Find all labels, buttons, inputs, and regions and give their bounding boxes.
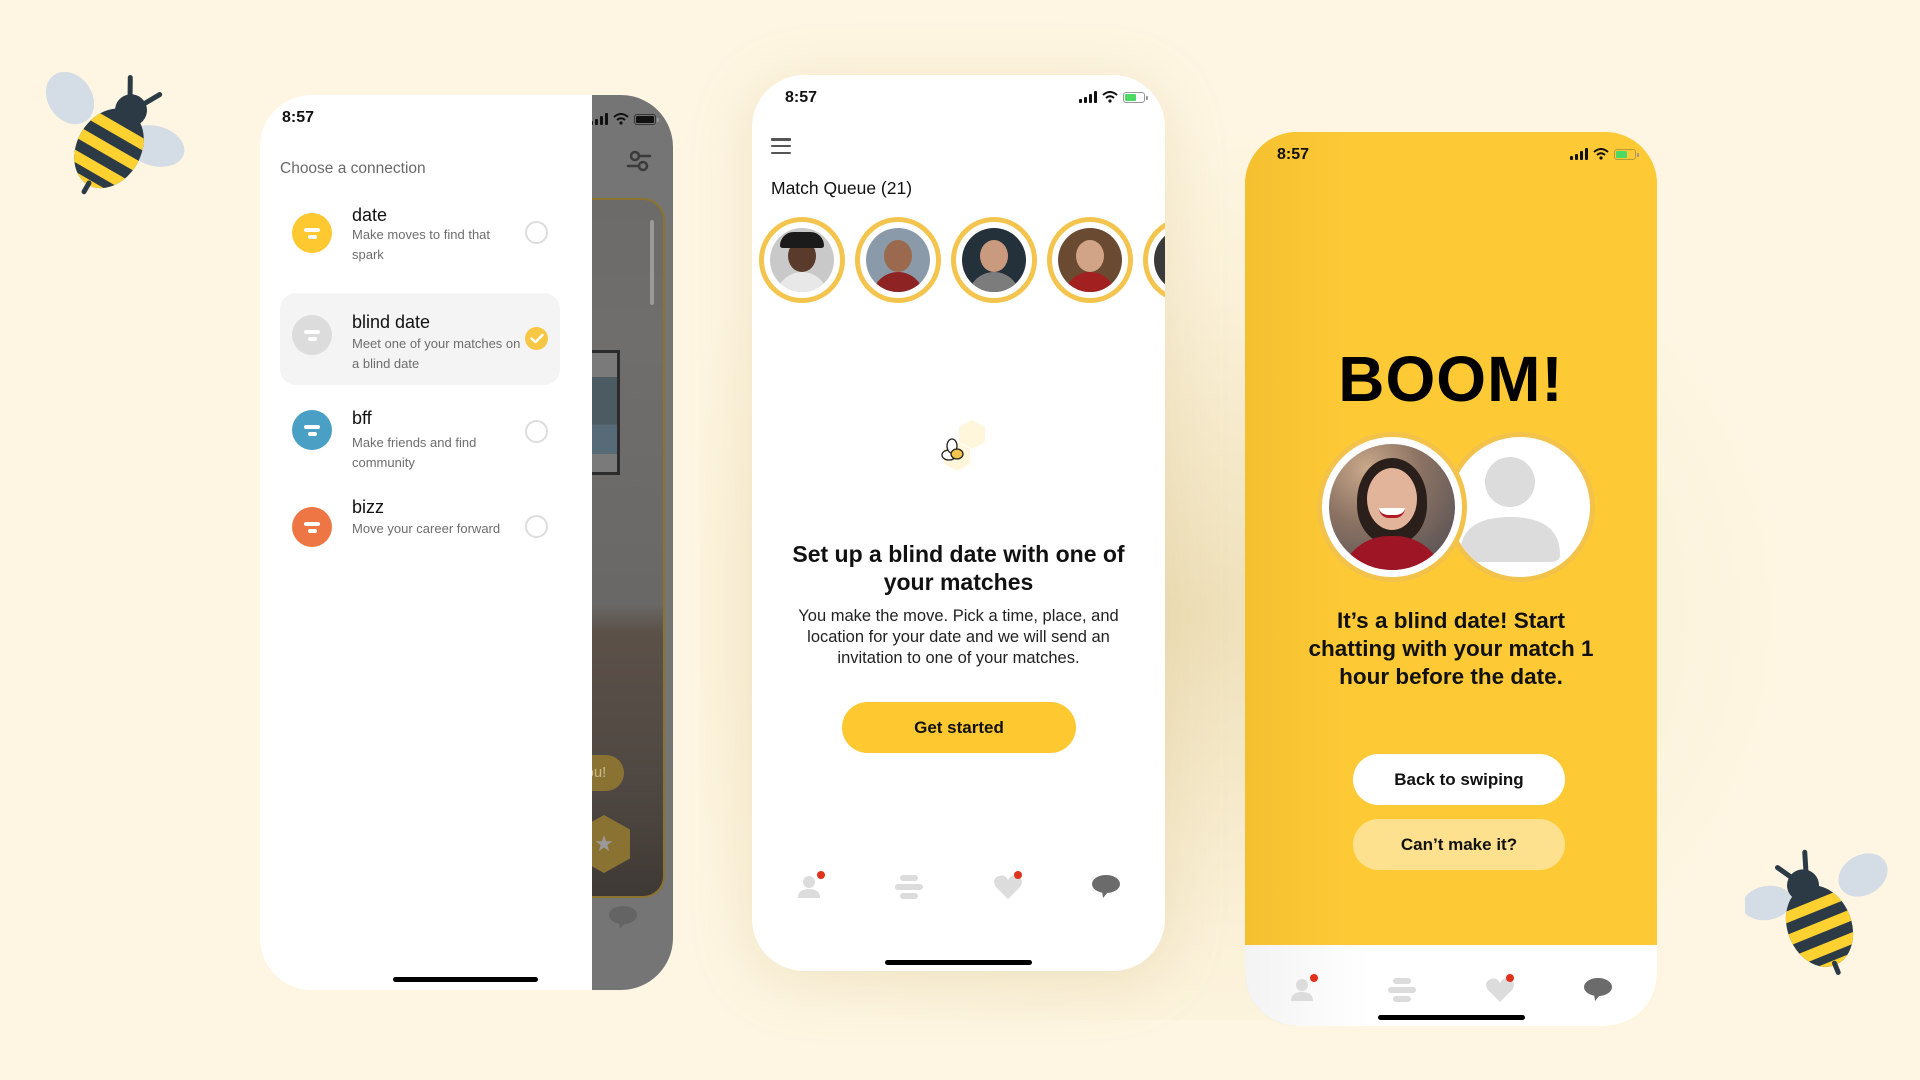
connection-name: bff [352, 408, 372, 428]
anonymous-user-icon [1460, 457, 1560, 562]
radio-bff[interactable] [525, 420, 548, 443]
signal-icon [1570, 148, 1588, 160]
tab-chats[interactable] [1086, 869, 1126, 905]
notification-dot [1506, 974, 1514, 982]
tab-profile[interactable] [791, 869, 831, 905]
bee-illustration-icon [45, 71, 185, 201]
status-time: 8:57 [785, 89, 818, 106]
connection-item-bizz[interactable]: bizz Move your career forward [280, 497, 560, 555]
phone-connection-picker: you! ★ 8:57 Choose a connection date Mak… [260, 95, 673, 990]
wifi-icon [1102, 91, 1118, 103]
status-icons [1079, 91, 1148, 103]
user-avatar [1317, 432, 1467, 582]
home-indicator[interactable] [1378, 1015, 1525, 1020]
match-avatar[interactable] [1047, 217, 1133, 303]
blind-date-mode-icon [292, 315, 332, 355]
back-to-swiping-button[interactable]: Back to swiping [1353, 754, 1565, 805]
match-queue-title: Match Queue (21) [771, 178, 913, 198]
status-icons [590, 113, 659, 125]
signal-icon [590, 113, 608, 125]
match-title: BOOM! [1338, 343, 1564, 415]
tab-profile[interactable] [1284, 972, 1324, 1008]
notification-dot [1013, 871, 1022, 879]
status-icons [1570, 148, 1639, 160]
wifi-icon [613, 113, 629, 125]
connection-description: Make moves to find that spark [352, 227, 491, 262]
cant-make-it-button[interactable]: Can’t make it? [1353, 819, 1565, 870]
connection-item-date[interactable]: date Make moves to find that spark [280, 201, 560, 275]
get-started-button[interactable]: Get started [842, 702, 1076, 753]
connection-description: Meet one of your matches on a blind date [352, 336, 521, 371]
checkmark-icon [529, 333, 544, 344]
filter-icon[interactable] [626, 150, 652, 172]
phone-match-confirmation: 8:57 BOOM! It’s a blind date! Start chat… [1245, 132, 1657, 1026]
tab-liked-you[interactable] [988, 869, 1028, 905]
connection-drawer: 8:57 Choose a connection date Make moves… [260, 95, 592, 990]
setup-description: You make the move. Pick a time, place, a… [798, 607, 1119, 667]
tab-liked-you[interactable] [1480, 972, 1520, 1008]
menu-icon[interactable] [771, 138, 791, 154]
battery-charging-icon [1123, 91, 1148, 103]
home-indicator[interactable] [393, 977, 538, 982]
connection-name: blind date [352, 312, 431, 332]
battery-charging-icon [1614, 148, 1639, 160]
connection-name: date [352, 205, 388, 225]
connection-name: bizz [352, 497, 385, 517]
signal-icon [1079, 91, 1097, 103]
setup-headline: Set up a blind date with one of your mat… [792, 541, 1125, 595]
photo-indicator [650, 220, 654, 305]
match-avatar[interactable] [855, 217, 941, 303]
connection-description: Move your career forward [352, 521, 501, 536]
bizz-mode-icon [292, 507, 332, 547]
notification-dot [1310, 974, 1318, 982]
date-mode-icon [292, 213, 332, 253]
radio-date[interactable] [525, 221, 548, 244]
match-message: It’s a blind date! Start chatting with y… [1308, 608, 1594, 689]
phone-blind-date-setup: 8:57 Match Queue (21) Set up a blind dat… [752, 75, 1165, 971]
connections-icon [895, 875, 924, 899]
chat-icon [1091, 875, 1120, 898]
blind-match-avatar [1445, 432, 1595, 582]
bottom-tab-bar [1245, 960, 1657, 1020]
status-time: 8:57 [1277, 146, 1310, 163]
match-avatar[interactable] [951, 217, 1037, 303]
bee-illustration-icon [1745, 849, 1888, 978]
bee-honeycomb-icon [941, 420, 985, 471]
connection-item-blind-date[interactable]: blind date Meet one of your matches on a… [280, 293, 560, 385]
tab-chats[interactable] [1578, 972, 1618, 1008]
connections-icon [1388, 978, 1416, 1002]
wifi-icon [1593, 148, 1609, 160]
chat-icon [1584, 978, 1612, 1001]
bff-mode-icon [292, 410, 332, 450]
match-avatar[interactable] [1143, 217, 1165, 303]
user-photo [1329, 444, 1455, 570]
radio-bizz[interactable] [525, 515, 548, 538]
drawer-title: Choose a connection [280, 160, 426, 177]
status-time: 8:57 [282, 109, 315, 126]
match-queue-list [759, 217, 1165, 303]
match-avatar[interactable] [759, 217, 845, 303]
battery-icon [634, 113, 659, 125]
home-indicator[interactable] [885, 960, 1032, 965]
tab-connections[interactable] [1382, 972, 1422, 1008]
bottom-tab-bar [752, 857, 1165, 917]
tab-connections[interactable] [889, 869, 929, 905]
connection-description: Make friends and find community [352, 435, 477, 470]
radio-blind-date-checked[interactable] [525, 327, 548, 350]
connection-item-bff[interactable]: bff Make friends and find community [280, 408, 560, 482]
chat-icon [609, 906, 637, 929]
